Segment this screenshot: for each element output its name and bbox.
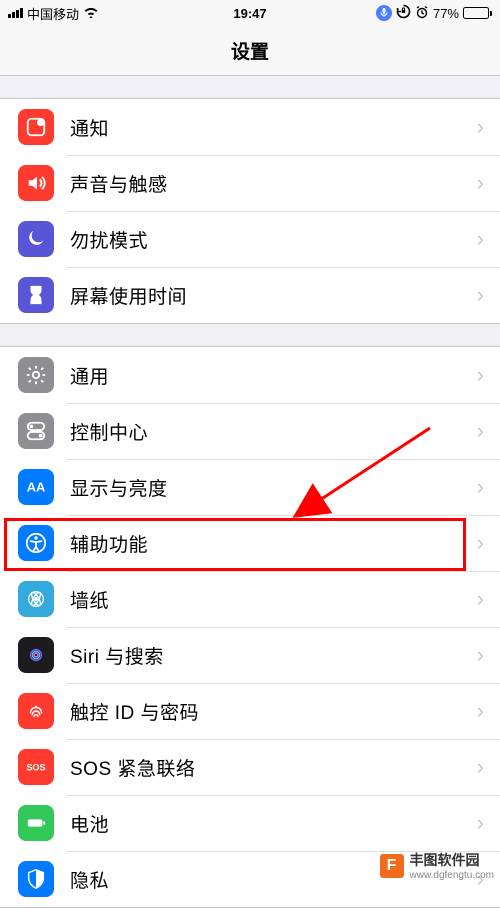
row-label: 触控 ID 与密码 <box>70 698 477 725</box>
chevron-right-icon: › <box>477 226 484 252</box>
row-general[interactable]: 通用 › <box>0 347 500 403</box>
watermark-logo: F <box>380 854 404 878</box>
chevron-right-icon: › <box>477 362 484 388</box>
row-label: 勿扰模式 <box>70 226 477 253</box>
status-time: 19:47 <box>233 6 266 21</box>
row-battery[interactable]: 电池 › <box>0 795 500 851</box>
row-siri[interactable]: Siri 与搜索 › <box>0 627 500 683</box>
settings-group-1: 通知 › 声音与触感 › 勿扰模式 › 屏幕使用时间 › <box>0 98 500 324</box>
row-label: 辅助功能 <box>70 530 477 557</box>
row-sos[interactable]: SOS SOS 紧急联络 › <box>0 739 500 795</box>
chevron-right-icon: › <box>477 170 484 196</box>
row-label: 声音与触感 <box>70 170 477 197</box>
row-screentime[interactable]: 屏幕使用时间 › <box>0 267 500 323</box>
row-touchid[interactable]: 触控 ID 与密码 › <box>0 683 500 739</box>
signal-icon <box>8 8 23 18</box>
watermark-url: www.dgfengtu.com <box>410 870 495 881</box>
siri-icon <box>18 637 54 673</box>
control-center-icon <box>18 413 54 449</box>
settings-group-2: 通用 › 控制中心 › AA 显示与亮度 › 辅助功能 › 墙纸 › Siri … <box>0 346 500 908</box>
screentime-icon <box>18 277 54 313</box>
sos-icon: SOS <box>18 749 54 785</box>
battery-icon <box>463 7 492 19</box>
touchid-icon <box>18 693 54 729</box>
row-wallpaper[interactable]: 墙纸 › <box>0 571 500 627</box>
chevron-right-icon: › <box>477 642 484 668</box>
row-control-center[interactable]: 控制中心 › <box>0 403 500 459</box>
chevron-right-icon: › <box>477 586 484 612</box>
row-label: 电池 <box>70 810 477 837</box>
wallpaper-icon <box>18 581 54 617</box>
row-dnd[interactable]: 勿扰模式 › <box>0 211 500 267</box>
sound-icon <box>18 165 54 201</box>
voice-icon <box>376 5 392 21</box>
row-label: 通用 <box>70 362 477 389</box>
watermark: F 丰图软件园 www.dgfengtu.com <box>380 850 495 881</box>
battery-icon <box>18 805 54 841</box>
chevron-right-icon: › <box>477 698 484 724</box>
status-left: 中国移动 <box>8 4 233 23</box>
status-bar: 中国移动 19:47 77% <box>0 0 500 26</box>
chevron-right-icon: › <box>477 114 484 140</box>
svg-text:AA: AA <box>27 480 46 495</box>
notification-icon <box>18 109 54 145</box>
status-right: 77% <box>267 4 492 22</box>
row-sound[interactable]: 声音与触感 › <box>0 155 500 211</box>
row-label: SOS 紧急联络 <box>70 754 477 781</box>
display-icon: AA <box>18 469 54 505</box>
general-icon <box>18 357 54 393</box>
page-title: 设置 <box>0 26 500 76</box>
wifi-icon <box>83 5 99 21</box>
row-label: 控制中心 <box>70 418 477 445</box>
chevron-right-icon: › <box>477 754 484 780</box>
privacy-icon <box>18 861 54 897</box>
battery-percent: 77% <box>433 6 459 21</box>
alarm-icon <box>415 5 429 22</box>
chevron-right-icon: › <box>477 282 484 308</box>
row-notifications[interactable]: 通知 › <box>0 99 500 155</box>
row-display[interactable]: AA 显示与亮度 › <box>0 459 500 515</box>
row-label: 墙纸 <box>70 586 477 613</box>
row-label: 通知 <box>70 114 477 141</box>
chevron-right-icon: › <box>477 418 484 444</box>
watermark-name: 丰图软件园 <box>410 852 480 868</box>
orientation-lock-icon <box>396 4 411 22</box>
chevron-right-icon: › <box>477 810 484 836</box>
svg-text:SOS: SOS <box>26 763 45 773</box>
dnd-icon <box>18 221 54 257</box>
row-label: 屏幕使用时间 <box>70 282 477 309</box>
row-accessibility[interactable]: 辅助功能 › <box>0 515 500 571</box>
row-label: 显示与亮度 <box>70 474 477 501</box>
row-label: Siri 与搜索 <box>70 642 477 669</box>
chevron-right-icon: › <box>477 530 484 556</box>
accessibility-icon <box>18 525 54 561</box>
carrier-label: 中国移动 <box>27 4 79 23</box>
chevron-right-icon: › <box>477 474 484 500</box>
